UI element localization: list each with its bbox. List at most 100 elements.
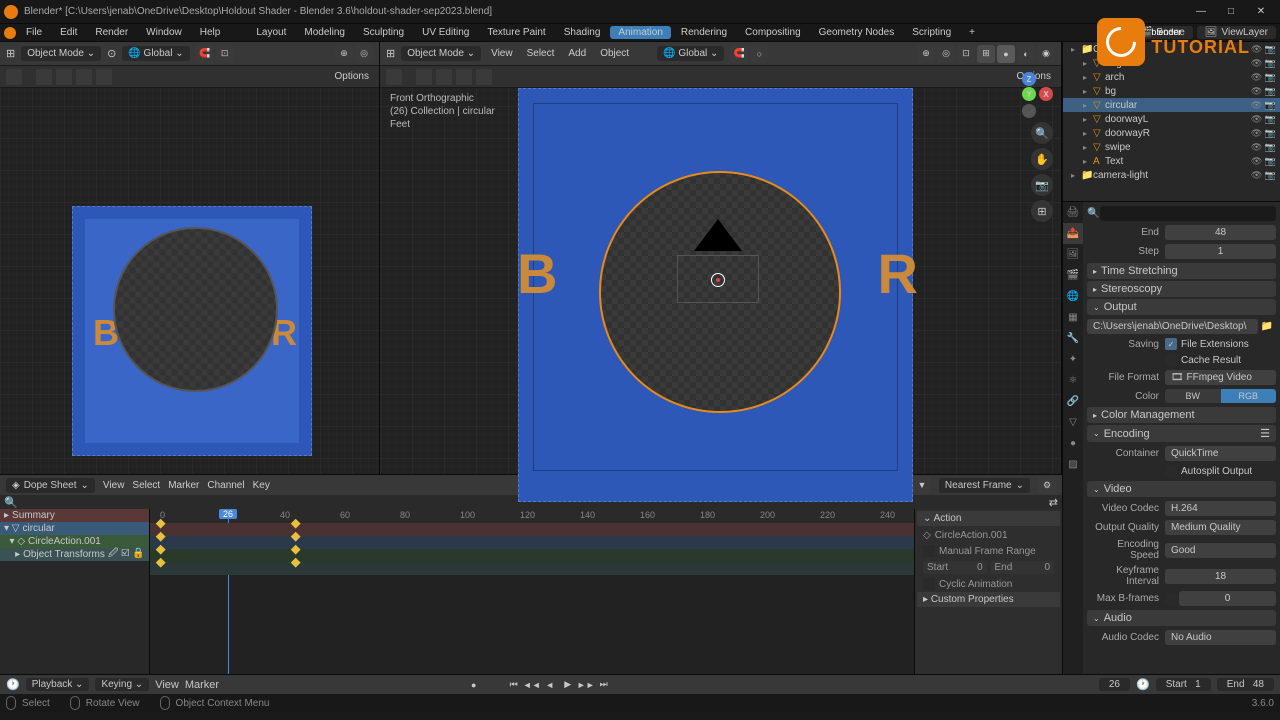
outliner-item-camera-light[interactable]: ▸📁camera-light👁 📷 xyxy=(1063,168,1280,182)
ds-menu-channel[interactable]: Channel xyxy=(207,480,244,491)
ds-menu-view[interactable]: View xyxy=(103,480,125,491)
axis-z[interactable]: Z xyxy=(1022,72,1036,86)
tab-scene[interactable]: 🎬 xyxy=(1063,265,1083,286)
section-time-stretch[interactable]: ▸Time Stretching xyxy=(1087,263,1276,279)
video-codec-dropdown[interactable]: H.264 xyxy=(1165,501,1276,516)
outliner[interactable]: ▸📁Collection👁 📷▸▽angle👁 📷▸▽arch👁 📷▸▽bg👁 … xyxy=(1063,42,1280,202)
shading-solid-icon[interactable]: ● xyxy=(997,45,1015,63)
ds-menu-select[interactable]: Select xyxy=(132,480,160,491)
keyframe-interval-field[interactable]: 18 xyxy=(1165,569,1276,584)
sync-icon[interactable]: 🕐 xyxy=(1136,678,1150,691)
select-lasso-icon[interactable] xyxy=(76,69,92,85)
autosplit-check[interactable] xyxy=(1165,465,1177,477)
tab-particle[interactable]: ✦ xyxy=(1063,349,1083,370)
orientation-dropdown[interactable]: 🌐 Global ⌄ xyxy=(122,46,189,61)
outliner-item-doorwayL[interactable]: ▸▽doorwayL👁 📷 xyxy=(1063,112,1280,126)
gizmo-toggle-icon[interactable]: ⊕ xyxy=(917,45,935,63)
ws-layout[interactable]: Layout xyxy=(248,27,294,38)
jump-end-icon[interactable]: ⏭ xyxy=(596,678,612,692)
container-dropdown[interactable]: QuickTime xyxy=(1165,446,1276,461)
editor-type-dropdown[interactable]: ◈ Dope Sheet ⌄ xyxy=(6,478,95,493)
shading-material-icon[interactable]: ◐ xyxy=(1017,45,1035,63)
editor-type-icon[interactable]: ⊞ xyxy=(386,47,395,60)
output-path[interactable]: C:\Users\jenab\OneDrive\Desktop\ xyxy=(1087,319,1258,334)
preset-icon[interactable]: ☰ xyxy=(1260,427,1270,440)
snap-target-icon[interactable]: ⊡ xyxy=(216,45,234,63)
file-format-dropdown[interactable]: 🎞 FFmpeg Video xyxy=(1165,370,1276,385)
menu-help[interactable]: Help xyxy=(192,27,229,38)
keying-dropdown[interactable]: Keying ⌄ xyxy=(95,678,149,691)
dope-timeline[interactable]: 020406080100120140160180200220240 26 xyxy=(150,509,914,674)
ws-shading[interactable]: Shading xyxy=(556,27,609,38)
menu-file[interactable]: File xyxy=(18,27,50,38)
mode-dropdown[interactable]: Object Mode ⌄ xyxy=(21,46,101,61)
ws-texture[interactable]: Texture Paint xyxy=(479,27,553,38)
section-video[interactable]: ⌄Video xyxy=(1087,481,1276,497)
select-tool-icon[interactable] xyxy=(416,69,432,85)
overlay-toggle-icon[interactable]: ◎ xyxy=(937,45,955,63)
quality-dropdown[interactable]: Medium Quality xyxy=(1165,520,1276,535)
select-box-icon[interactable] xyxy=(36,69,52,85)
vp-menu-select[interactable]: Select xyxy=(523,48,559,59)
tab-constraint[interactable]: 🔗 xyxy=(1063,391,1083,412)
select-circle-icon[interactable] xyxy=(56,69,72,85)
start-frame-field[interactable]: Start 1 xyxy=(1156,678,1211,691)
tab-object[interactable]: ▦ xyxy=(1063,307,1083,328)
snap-icon[interactable]: 🧲 xyxy=(196,45,214,63)
tab-modifier[interactable]: 🔧 xyxy=(1063,328,1083,349)
shading-wire-icon[interactable]: ⊞ xyxy=(977,45,995,63)
props-search[interactable] xyxy=(1100,206,1276,221)
search-icon[interactable]: 🔍 xyxy=(4,496,18,509)
channel-object[interactable]: ▾ ▽ circular xyxy=(0,522,149,535)
ws-uv[interactable]: UV Editing xyxy=(414,27,477,38)
camera-icon[interactable]: 📷 xyxy=(1031,174,1053,196)
outliner-item-Text[interactable]: ▸AText👁 📷 xyxy=(1063,154,1280,168)
pan-icon[interactable]: ✋ xyxy=(1031,148,1053,170)
ds-settings-icon[interactable]: ⚙ xyxy=(1038,476,1056,494)
tab-material[interactable]: ● xyxy=(1063,433,1083,454)
speed-dropdown[interactable]: Good xyxy=(1165,543,1276,558)
tab-render[interactable]: 🖨 xyxy=(1063,202,1083,223)
cursor-tool-icon[interactable] xyxy=(386,69,402,85)
playback-dropdown[interactable]: Playback ⌄ xyxy=(26,678,90,691)
color-bw[interactable]: BW xyxy=(1165,389,1221,403)
next-key-icon[interactable]: ►► xyxy=(578,678,594,692)
tab-texture[interactable]: ▨ xyxy=(1063,454,1083,475)
prev-key-icon[interactable]: ◄◄ xyxy=(524,678,540,692)
file-ext-check[interactable]: ✓ xyxy=(1165,338,1177,350)
action-section[interactable]: ⌄ Action xyxy=(917,511,1060,526)
section-encoding[interactable]: ⌄Encoding☰ xyxy=(1087,425,1276,442)
manual-range[interactable]: Manual Frame Range xyxy=(917,543,1060,559)
vp-menu-add[interactable]: Add xyxy=(564,48,590,59)
tab-data[interactable]: ▽ xyxy=(1063,412,1083,433)
outliner-item-swipe[interactable]: ▸▽swipe👁 📷 xyxy=(1063,140,1280,154)
pivot-icon[interactable]: ⊙ xyxy=(107,47,116,60)
section-output[interactable]: ⌄Output xyxy=(1087,299,1276,315)
section-colormgmt[interactable]: ▸Color Management xyxy=(1087,407,1276,423)
options-dropdown[interactable]: Options xyxy=(331,71,373,82)
shading-render-icon[interactable]: ◉ xyxy=(1037,45,1055,63)
ws-modeling[interactable]: Modeling xyxy=(296,27,353,38)
outliner-item-doorwayR[interactable]: ▸▽doorwayR👁 📷 xyxy=(1063,126,1280,140)
ws-geonodes[interactable]: Geometry Nodes xyxy=(811,27,903,38)
action-name[interactable]: ◇ CircleAction.001 xyxy=(917,528,1060,543)
tab-world[interactable]: 🌐 xyxy=(1063,286,1083,307)
cyclic-anim[interactable]: Cyclic Animation xyxy=(917,576,1060,592)
cache-check[interactable] xyxy=(1165,354,1177,366)
ws-compositing[interactable]: Compositing xyxy=(737,27,809,38)
orientation-dropdown[interactable]: 🌐 Global ⌄ xyxy=(657,46,724,61)
overlay-icon[interactable]: ◎ xyxy=(355,45,373,63)
proportional-icon[interactable]: ○ xyxy=(750,45,768,63)
tab-viewlayer[interactable]: 🖼 xyxy=(1063,244,1083,265)
nav-gizmo[interactable]: Z X Y xyxy=(1005,70,1053,118)
filter-icon[interactable]: ▼ xyxy=(913,476,931,494)
ws-scripting[interactable]: Scripting xyxy=(904,27,959,38)
vp-menu-object[interactable]: Object xyxy=(596,48,633,59)
timeline-icon[interactable]: 🕐 xyxy=(6,678,20,691)
outliner-item-bg[interactable]: ▸▽bg👁 📷 xyxy=(1063,84,1280,98)
current-frame[interactable]: 26 xyxy=(1099,678,1130,691)
select-tweak-icon[interactable] xyxy=(96,69,112,85)
pb-view[interactable]: View xyxy=(155,679,179,691)
menu-edit[interactable]: Edit xyxy=(52,27,85,38)
axis-x[interactable]: X xyxy=(1039,87,1053,101)
